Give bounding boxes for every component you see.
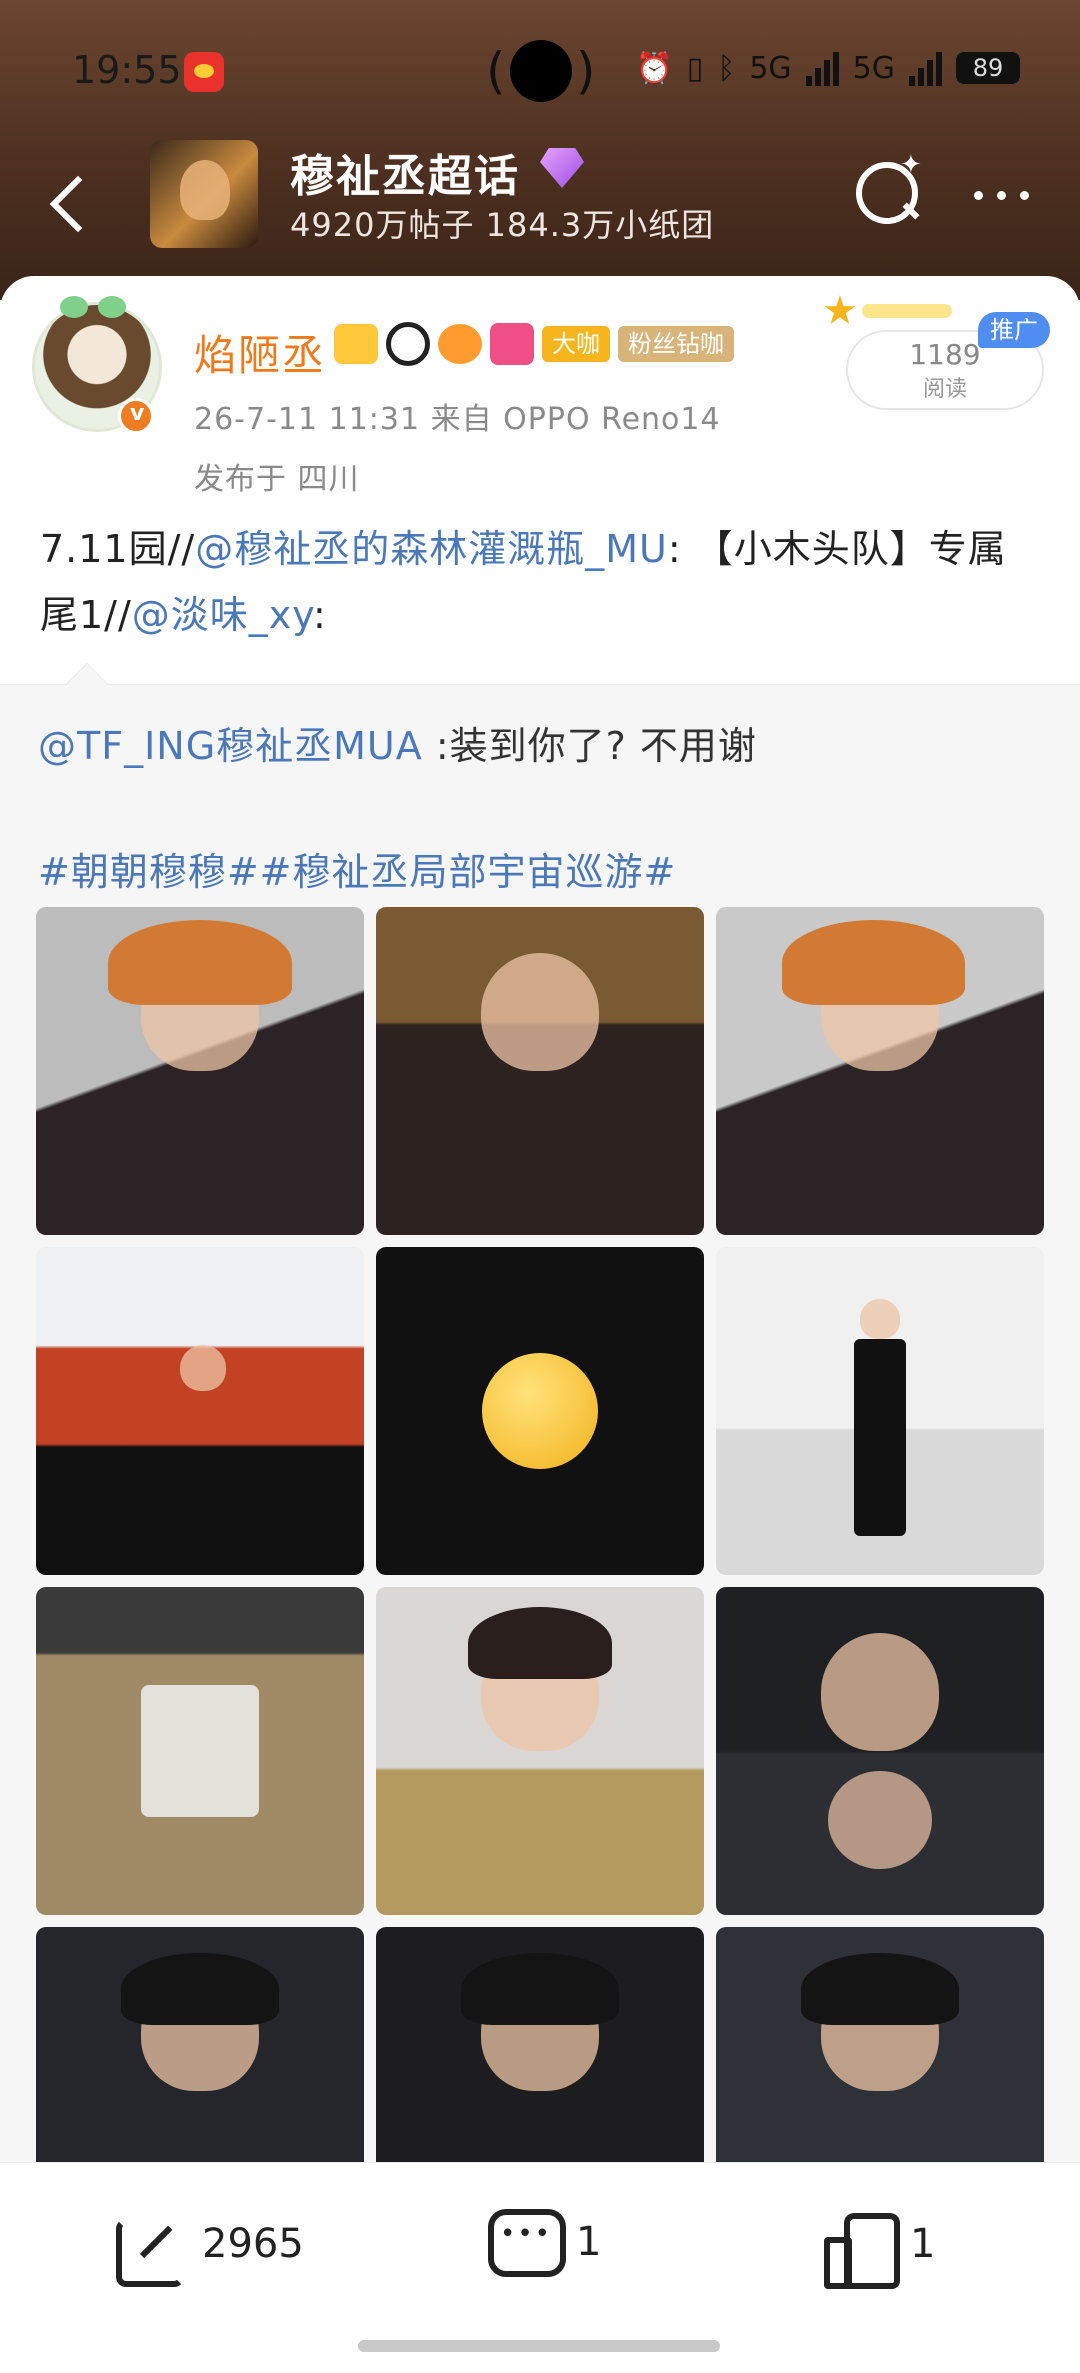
thumbs-up-icon	[820, 2207, 900, 2289]
weibo-notification-icon	[184, 52, 224, 92]
topic-nav-bar: 穆祉丞超话 4920万帖子 184.3万小纸团 ✦	[0, 140, 1080, 280]
tag-fan-diamond[interactable]: 粉丝钻咖	[618, 326, 734, 362]
repost-block[interactable]: @TF_ING穆祉丞MUA :装到你了? 不用谢 #朝朝穆穆##穆祉丞局部宇宙巡…	[0, 662, 1080, 2284]
photo-8[interactable]	[376, 1587, 704, 1915]
comment-icon	[486, 2207, 566, 2277]
post-meta: 26-7-11 11:31 来自 OPPO Reno14	[194, 402, 721, 437]
comment-count: 1	[576, 2219, 602, 2265]
signal-icon	[805, 50, 839, 86]
repost-mention-link[interactable]: @TF_ING穆祉丞MUA	[38, 724, 423, 768]
status-bar: 19:55 ( ) ⏰ ▯ ᛒ 5G 5G 89	[0, 0, 1080, 140]
repost-text: @TF_ING穆祉丞MUA :装到你了? 不用谢	[38, 715, 757, 770]
post-text-prefix: 7.11园//	[40, 527, 196, 571]
promo-badge[interactable]: 推广	[978, 312, 1050, 348]
post-card: 焰陋丞 大咖 粉丝钻咖 26-7-11 11:31 来自 OPPO Reno14…	[0, 276, 1080, 2284]
post-text: 7.11园//@穆祉丞的森林灌溉瓶_MU: 【小木头队】专属尾1//@淡味_xy…	[40, 516, 1040, 648]
fish-badge-icon[interactable]	[438, 324, 482, 364]
share-button[interactable]: 2965	[112, 2207, 304, 2287]
status-time: 19:55	[72, 48, 182, 92]
share-count: 2965	[202, 2221, 304, 2267]
network-label-2: 5G	[852, 50, 895, 86]
image-grid	[36, 907, 1044, 2255]
like-button[interactable]: 1	[820, 2207, 936, 2289]
post-text-suffix: :	[313, 593, 327, 637]
home-indicator[interactable]	[358, 2340, 720, 2352]
tag-big-star[interactable]: 大咖	[542, 326, 610, 362]
mention-link-1[interactable]: @穆祉丞的森林灌溉瓶_MU	[195, 527, 668, 571]
network-label-1: 5G	[749, 50, 792, 86]
repost-notch	[65, 662, 109, 706]
photo-4[interactable]	[36, 1247, 364, 1575]
topic-avatar[interactable]	[150, 140, 258, 248]
username[interactable]: 焰陋丞	[194, 322, 326, 383]
verified-badge-icon	[118, 398, 154, 434]
sparkle-icon: ✦	[900, 150, 922, 180]
photo-9[interactable]	[716, 1587, 1044, 1915]
back-button[interactable]	[40, 162, 100, 242]
more-options-icon[interactable]	[966, 180, 1036, 210]
post-location: 发布于 四川	[194, 462, 360, 497]
user-badges: 大咖 粉丝钻咖	[334, 322, 734, 366]
repost-hashtags[interactable]: #朝朝穆穆##穆祉丞局部宇宙巡游#	[38, 841, 676, 896]
crown-badge-icon[interactable]	[334, 324, 378, 364]
topic-title[interactable]: 穆祉丞超话	[290, 140, 520, 204]
front-camera: ( )	[486, 40, 596, 102]
share-icon	[112, 2207, 186, 2287]
mention-link-2[interactable]: @淡味_xy	[132, 593, 313, 637]
comment-button[interactable]: 1	[486, 2207, 601, 2277]
photo-1[interactable]	[36, 907, 364, 1235]
topic-stats: 4920万帖子 184.3万小纸团	[290, 206, 715, 244]
battery-icon: 89	[956, 52, 1020, 84]
status-indicators: ⏰ ▯ ᛒ 5G 5G 89	[635, 50, 1020, 86]
photo-7[interactable]	[36, 1587, 364, 1915]
alarm-icon: ⏰	[635, 50, 673, 86]
bow-decoration-icon	[60, 296, 126, 322]
signal-icon-2	[909, 50, 942, 86]
photo-6[interactable]	[716, 1247, 1044, 1575]
photo-5[interactable]	[376, 1247, 704, 1575]
panda-badge-icon[interactable]	[386, 322, 430, 366]
read-label: 阅读	[922, 377, 967, 402]
thinking-emoji-icon	[376, 1247, 704, 1575]
repost-body: :装到你了? 不用谢	[422, 724, 757, 768]
diamond-icon	[540, 148, 584, 188]
star-decoration-icon	[822, 288, 952, 334]
gem-badge-icon[interactable]	[490, 323, 534, 365]
like-count: 1	[910, 2221, 936, 2267]
photo-3[interactable]	[716, 907, 1044, 1235]
photo-2[interactable]	[376, 907, 704, 1235]
vibrate-icon: ▯	[686, 50, 704, 86]
bluetooth-icon: ᛒ	[717, 50, 736, 86]
